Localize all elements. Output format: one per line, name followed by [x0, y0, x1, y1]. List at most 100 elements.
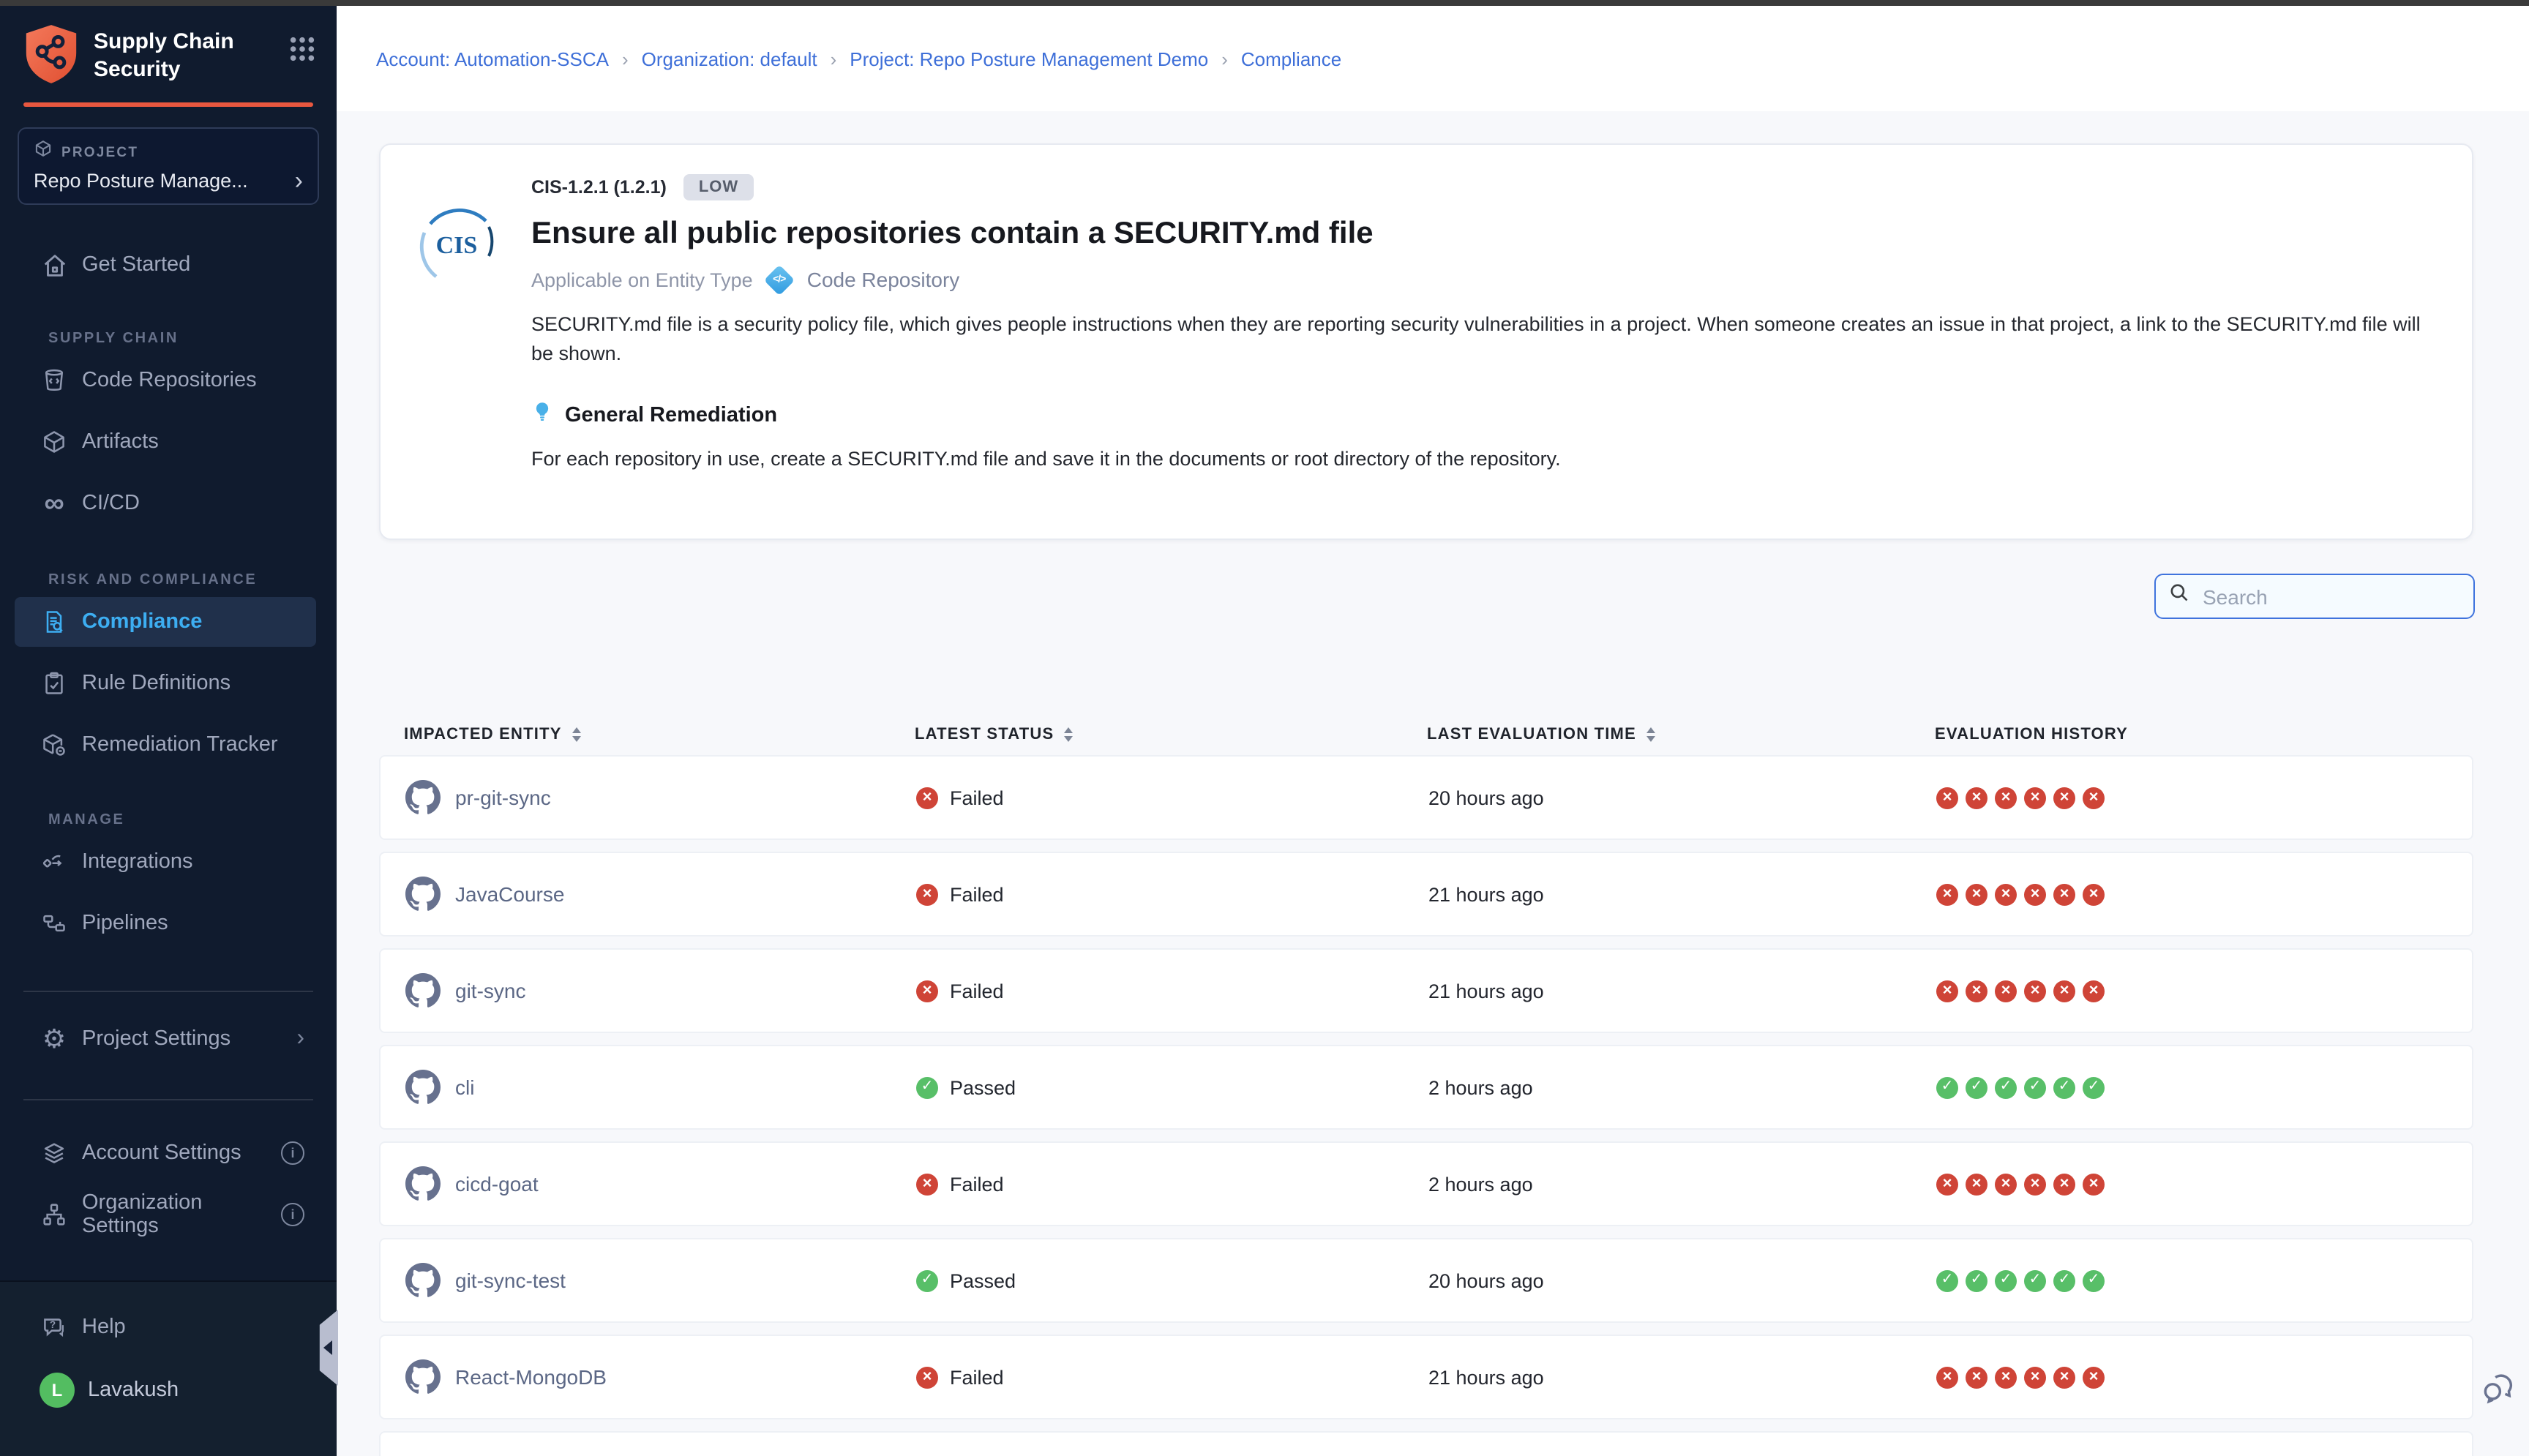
entity-link[interactable]: git-sync-test: [455, 1269, 566, 1292]
history-fail-icon: ×: [2024, 883, 2046, 905]
status-icon: ×: [916, 1366, 938, 1388]
history-fail-icon: ×: [1995, 1366, 2017, 1388]
page-body: CIS CIS-1.2.1 (1.2.1) LOW Ensure all pub…: [337, 111, 2529, 1456]
breadcrumb-compliance-link[interactable]: Compliance: [1241, 48, 1341, 70]
sidebar-item-integrations[interactable]: Integrations: [15, 837, 316, 887]
column-header-impacted-entity[interactable]: IMPACTED ENTITY: [404, 726, 915, 743]
breadcrumb-account-link[interactable]: Account: Automation-SSCA: [376, 48, 609, 70]
status-label: Failed: [950, 1173, 1004, 1195]
sidebar-item-organization-settings[interactable]: Organization Settings i: [15, 1190, 316, 1239]
sidebar-item-label: Get Started: [82, 253, 190, 277]
info-icon[interactable]: i: [281, 1203, 304, 1226]
sidebar-item-pipelines[interactable]: Pipelines: [15, 898, 316, 948]
github-icon: [405, 1359, 441, 1395]
entity-link[interactable]: React-MongoDB: [455, 1365, 607, 1389]
sidebar-item-label: Remediation Tracker: [82, 733, 278, 757]
sidebar-section-supply-chain: SUPPLY CHAIN: [48, 331, 337, 347]
github-icon: [405, 780, 441, 815]
column-header-last-evaluation-time[interactable]: LAST EVALUATION TIME: [1427, 726, 1935, 743]
table-row[interactable]: git-sync-test ✓Passed 20 hours ago ✓✓✓✓✓…: [379, 1238, 2473, 1323]
org-hierarchy-icon: [40, 1200, 69, 1229]
remediation-box-icon: [40, 730, 69, 759]
history-fail-icon: ×: [2083, 1366, 2105, 1388]
entity-type-value[interactable]: Code Repository: [807, 268, 960, 291]
status-icon: ×: [916, 980, 938, 1002]
entity-link[interactable]: JavaCourse: [455, 882, 564, 906]
supply-chain-security-logo: [23, 23, 79, 85]
history-pass-icon: ✓: [2083, 1076, 2105, 1098]
lightbulb-icon: [531, 401, 553, 429]
project-selector[interactable]: PROJECT Repo Posture Manage... ›: [18, 127, 319, 205]
sidebar-item-artifacts[interactable]: Artifacts: [15, 417, 316, 467]
entity-link[interactable]: git-sync: [455, 979, 525, 1002]
history-fail-icon: ×: [2083, 883, 2105, 905]
cis-logo: CIS: [416, 203, 498, 285]
column-header-latest-status[interactable]: LATEST STATUS: [915, 726, 1427, 743]
entity-link[interactable]: cli: [455, 1076, 474, 1099]
sidebar-item-help[interactable]: ? Help: [15, 1302, 316, 1352]
table-row[interactable]: git-sync ×Failed 21 hours ago ××××××: [379, 948, 2473, 1033]
sidebar-item-compliance[interactable]: Compliance: [15, 597, 316, 647]
history-pass-icon: ✓: [1936, 1076, 1958, 1098]
module-switcher-icon[interactable]: [288, 23, 316, 70]
severity-badge: LOW: [684, 174, 753, 200]
infinity-icon: ∞: [40, 489, 69, 518]
app-title: Supply Chain Security: [94, 23, 274, 84]
chevron-right-icon: ›: [286, 173, 303, 188]
history-fail-icon: ×: [2053, 1366, 2075, 1388]
search-icon: [2169, 582, 2189, 610]
sidebar-item-label: Pipelines: [82, 912, 168, 935]
svg-text:?: ?: [50, 1319, 56, 1330]
sidebar-item-rule-definitions[interactable]: Rule Definitions: [15, 658, 316, 708]
breadcrumb-organization-link[interactable]: Organization: default: [642, 48, 817, 70]
impacted-entities-table: IMPACTED ENTITY LATEST STATUS LAST EVALU…: [379, 720, 2473, 1456]
sort-icon[interactable]: [1064, 727, 1073, 742]
sidebar-item-code-repositories[interactable]: Code Repositories: [15, 356, 316, 405]
remediation-heading: General Remediation: [565, 403, 777, 427]
app-window: Supply Chain Security PROJECT Repo Pos: [0, 0, 2529, 1456]
status-label: Failed: [950, 883, 1004, 905]
github-icon: [405, 877, 441, 912]
table-row-partial[interactable]: ✓ ✓✓✓✓✓✓: [379, 1431, 2473, 1456]
sidebar-item-project-settings[interactable]: ⚙ Project Settings ›: [15, 1014, 316, 1064]
main-content: Account: Automation-SSCA › Organization:…: [337, 6, 2529, 1456]
status-icon: ✓: [916, 1269, 938, 1291]
support-chat-icon[interactable]: [2481, 1370, 2517, 1414]
sort-icon[interactable]: [572, 727, 581, 742]
app-title-line1: Supply Chain: [94, 28, 274, 56]
search-input[interactable]: [2200, 583, 2460, 609]
history-fail-icon: ×: [1966, 980, 1987, 1002]
sidebar-item-label: Compliance: [82, 610, 202, 634]
table-row[interactable]: JavaCourse ×Failed 21 hours ago ××××××: [379, 852, 2473, 937]
rule-title: Ensure all public repositories contain a…: [531, 217, 2431, 252]
sidebar-divider: [23, 991, 313, 992]
integrations-icon: [40, 847, 69, 877]
search-box[interactable]: [2154, 574, 2475, 619]
sidebar-item-cicd[interactable]: ∞ CI/CD: [15, 479, 316, 528]
user-menu[interactable]: L Lavakush: [40, 1370, 316, 1411]
breadcrumb-project-link[interactable]: Project: Repo Posture Management Demo: [850, 48, 1208, 70]
sidebar-item-label: Artifacts: [82, 430, 159, 454]
last-evaluation-time: 21 hours ago: [1428, 1366, 1936, 1388]
table-row[interactable]: cli ✓Passed 2 hours ago ✓✓✓✓✓✓: [379, 1045, 2473, 1130]
sort-icon[interactable]: [1646, 727, 1655, 742]
code-repository-icon: [40, 366, 69, 395]
entity-link[interactable]: pr-git-sync: [455, 786, 551, 809]
status-icon: ×: [916, 1173, 938, 1195]
sidebar-item-remediation-tracker[interactable]: Remediation Tracker: [15, 720, 316, 770]
last-evaluation-time: 21 hours ago: [1428, 980, 1936, 1002]
brand-accent-divider: [23, 102, 313, 107]
history-fail-icon: ×: [1995, 787, 2017, 808]
info-icon[interactable]: i: [281, 1141, 304, 1165]
status-label: Passed: [950, 1269, 1016, 1291]
sidebar-item-account-settings[interactable]: Account Settings i: [15, 1128, 316, 1178]
table-row[interactable]: pr-git-sync ×Failed 20 hours ago ××××××: [379, 755, 2473, 840]
sidebar-item-get-started[interactable]: Get Started: [15, 240, 316, 290]
last-evaluation-time: 2 hours ago: [1428, 1076, 1936, 1098]
history-fail-icon: ×: [2024, 980, 2046, 1002]
table-row[interactable]: cicd-goat ×Failed 2 hours ago ××××××: [379, 1141, 2473, 1226]
table-row[interactable]: React-MongoDB ×Failed 21 hours ago ×××××…: [379, 1335, 2473, 1419]
entity-link[interactable]: cicd-goat: [455, 1172, 539, 1196]
breadcrumb-separator: ›: [622, 48, 629, 70]
status-label: Failed: [950, 787, 1004, 808]
